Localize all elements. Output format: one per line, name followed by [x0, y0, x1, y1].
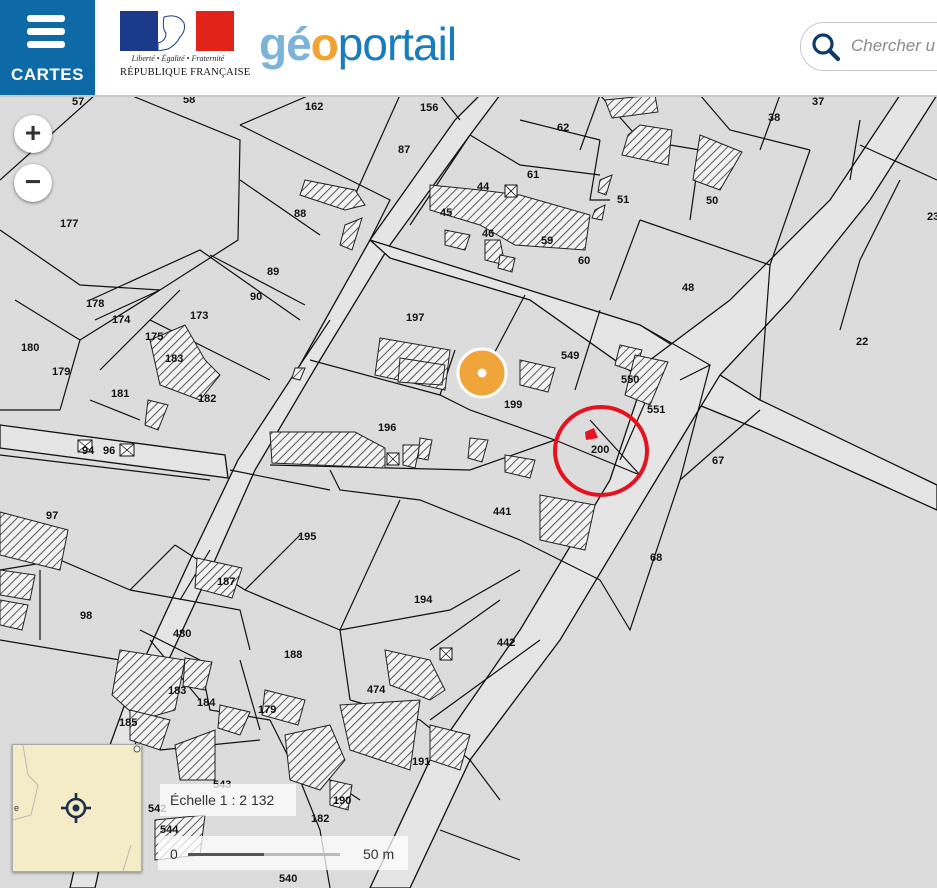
hamburger-icon [27, 15, 65, 54]
parcel-label: 179 [52, 366, 70, 378]
parcel-label: 23 [927, 211, 937, 223]
brand-part-portail: portail [337, 18, 457, 70]
locate-me-icon[interactable] [61, 793, 91, 823]
search-input[interactable] [851, 34, 937, 58]
parcel-label: 46 [482, 228, 494, 240]
parcel-label: 162 [305, 101, 323, 113]
parcel-label: 178 [86, 298, 104, 310]
svg-text:e: e [14, 803, 19, 813]
parcel-label: 61 [527, 169, 539, 181]
menu-button[interactable]: CARTES [0, 0, 95, 95]
parcel-label: 549 [561, 350, 579, 362]
parcel-label: 177 [60, 218, 78, 230]
overview-map[interactable]: e [12, 744, 142, 872]
parcel-label: 199 [504, 399, 522, 411]
parcel-label: 57 [72, 96, 84, 108]
parcel-label: 22 [856, 336, 868, 348]
parcel-label: 181 [111, 388, 129, 400]
parcel-label: 195 [298, 531, 316, 543]
scalebar-start: 0 [170, 846, 178, 862]
scalebar-line [188, 853, 340, 856]
parcel-label: 45 [440, 207, 452, 219]
parcel-label: 48 [682, 282, 694, 294]
parcel-label: 200 [591, 444, 609, 456]
parcel-label: 50 [706, 195, 718, 207]
parcel-label: 51 [617, 194, 629, 206]
brand-part-ge: gé [259, 18, 312, 70]
parcel-label: 182 [311, 813, 329, 825]
parcel-label: 183 [165, 353, 183, 365]
marianne-flag-icon [120, 11, 234, 51]
parcel-label: 88 [294, 208, 306, 220]
parcel-label: 544 [160, 824, 179, 836]
parcel-label: 441 [493, 506, 511, 518]
search-box[interactable] [800, 22, 937, 71]
parcel-label: 180 [21, 342, 39, 354]
parcel-label: 90 [250, 291, 262, 303]
zoom-out-button[interactable]: − [14, 164, 52, 202]
parcel-label: 173 [190, 310, 208, 322]
parcel-label: 197 [406, 312, 424, 324]
parcel-label: 184 [197, 697, 216, 709]
location-marker-icon[interactable] [456, 347, 508, 399]
parcel-label: 196 [378, 422, 396, 434]
scale-text: Échelle 1 : 2 132 [170, 792, 275, 808]
parcel-label: 96 [103, 445, 115, 457]
search-icon[interactable] [811, 32, 841, 62]
scale-bar: 0 50 m [158, 836, 408, 870]
parcel-label: 442 [497, 637, 515, 649]
parcel-label: 190 [333, 795, 351, 807]
parcel-label: 60 [578, 255, 590, 267]
parcel-label: 187 [217, 576, 235, 588]
parcel-label: 59 [541, 235, 553, 247]
rf-motto: Liberté • Égalité • Fraternité [131, 54, 225, 63]
parcel-label: 182 [198, 393, 216, 405]
parcel-label: 183 [168, 685, 186, 697]
parcel-label: 37 [812, 96, 824, 108]
menu-label: CARTES [11, 65, 84, 84]
parcel-label: 94 [82, 445, 95, 457]
parcel-label: 175 [145, 331, 163, 343]
parcel-label: 67 [712, 455, 724, 467]
parcel-label: 98 [80, 610, 92, 622]
republique-francaise-logo[interactable]: Liberté • Égalité • Fraternité RÉPUBLIQU… [120, 11, 251, 83]
scalebar-end: 50 m [363, 846, 395, 862]
parcel-label: 89 [267, 266, 279, 278]
parcel-label: 62 [557, 122, 569, 134]
parcel-label: 551 [647, 404, 665, 416]
parcel-label: 188 [284, 649, 302, 661]
parcel-label: 174 [112, 314, 131, 326]
app-header: CARTES Liberté • Égalité • Fraternité RÉ… [0, 0, 937, 97]
rf-name: RÉPUBLIQUE FRANÇAISE [120, 67, 251, 78]
parcel-label: 68 [650, 552, 662, 564]
parcel-label: 474 [367, 684, 386, 696]
parcel-label: 540 [279, 873, 297, 885]
parcel-label: 97 [46, 510, 58, 522]
parcel-label: 194 [414, 594, 433, 606]
parcel-label: 179 [258, 704, 276, 716]
brand-part-o: o [310, 18, 339, 70]
parcel-label: 87 [398, 144, 410, 156]
parcel-label: 191 [412, 756, 430, 768]
parcel-label: 44 [477, 181, 490, 193]
parcel-label: 38 [768, 112, 780, 124]
scale-ratio: Échelle 1 : 2 132 [160, 784, 296, 816]
parcel-label: 480 [173, 628, 191, 640]
zoom-in-button[interactable]: + [14, 115, 52, 153]
geoportail-logo[interactable]: géoportail [259, 17, 457, 71]
parcel-label: 550 [621, 374, 639, 386]
parcel-label: 185 [119, 717, 137, 729]
parcel-label: 156 [420, 102, 438, 114]
